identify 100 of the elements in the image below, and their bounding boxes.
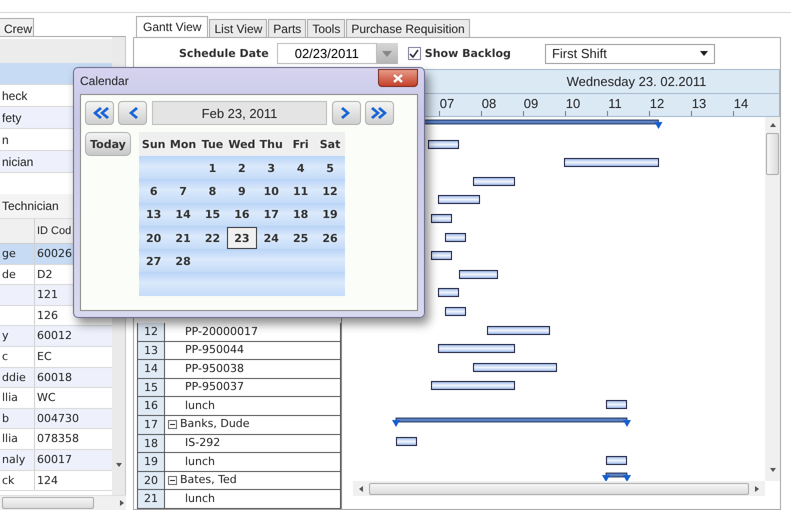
day-cell[interactable]: 2	[227, 156, 257, 179]
table-cell: c	[2, 350, 8, 363]
task-bar[interactable]	[396, 437, 418, 446]
day-cell[interactable]: 15	[198, 203, 228, 226]
tab[interactable]: Tools	[307, 19, 346, 37]
day-cell[interactable]: 14	[168, 203, 198, 226]
scroll-thumb[interactable]	[2, 497, 94, 509]
date-field[interactable]: 02/23/2011	[276, 43, 377, 64]
weekday-label: Thu	[258, 138, 284, 150]
task-name: lunch	[185, 398, 216, 414]
task-bar[interactable]	[430, 381, 515, 390]
day-cell[interactable]: 4	[286, 156, 316, 179]
tab[interactable]: List View	[209, 19, 268, 37]
tab[interactable]: Purchase Requisition	[346, 19, 470, 37]
day-cell[interactable]: 8	[198, 180, 228, 202]
task-name: PP-20000017	[185, 324, 258, 340]
table-cell: 004730	[37, 412, 79, 425]
table-row[interactable]: y 60012	[0, 326, 112, 347]
task-bar[interactable]	[487, 326, 550, 335]
day-cell[interactable]: 26	[315, 226, 345, 249]
collapse-icon[interactable]	[168, 420, 177, 430]
task-bar[interactable]	[564, 158, 659, 168]
day-cell[interactable]: 18	[286, 203, 316, 226]
scroll-down-icon[interactable]	[768, 466, 776, 474]
scroll-thumb[interactable]	[766, 133, 779, 175]
next-month-button[interactable]	[332, 101, 361, 125]
scroll-up-icon[interactable]	[768, 121, 776, 129]
today-button[interactable]: Today	[85, 132, 131, 156]
day-cell[interactable]: 27	[139, 250, 168, 272]
summary-bar[interactable]	[602, 472, 632, 481]
day-cell[interactable]: 11	[286, 180, 316, 202]
caret-icon	[700, 51, 708, 56]
scrollbar[interactable]	[0, 495, 126, 510]
previous-month-button[interactable]	[118, 101, 147, 125]
day-cell[interactable]: 3	[256, 156, 286, 179]
task-name: PP-950044	[185, 342, 244, 358]
table-row[interactable]: naly 60017	[0, 450, 112, 471]
task-bar[interactable]	[438, 195, 480, 204]
day-cell[interactable]: 22	[198, 226, 228, 249]
scroll-thumb[interactable]	[369, 482, 749, 494]
task-bar[interactable]	[438, 344, 515, 354]
table-row[interactable]: b 004730	[0, 408, 112, 430]
day-cell[interactable]: 5	[315, 156, 345, 179]
crew-tab[interactable]: Crew	[0, 18, 34, 36]
scroll-right-icon[interactable]	[118, 499, 126, 507]
next-year-button[interactable]	[365, 101, 394, 125]
task-bar[interactable]	[606, 400, 628, 409]
task-name: PP-950037	[185, 379, 244, 396]
day-cell[interactable]: 13	[139, 203, 168, 226]
group-name: Banks, Dude	[180, 416, 250, 432]
table-cell: llia	[2, 432, 18, 446]
previous-year-button[interactable]	[85, 101, 114, 125]
tab[interactable]: Gantt View	[136, 16, 208, 37]
collapse-icon[interactable]	[168, 476, 177, 486]
task-bar[interactable]	[430, 251, 452, 260]
close-icon	[392, 74, 404, 82]
day-cell[interactable]: 16	[227, 203, 257, 226]
task-bar[interactable]	[438, 288, 460, 298]
weekday-label: Tue	[200, 138, 224, 150]
task-name: PP-950038	[185, 360, 244, 377]
task-bar[interactable]	[445, 232, 466, 242]
table-row[interactable]: ddie 60018	[0, 368, 112, 388]
task-bar[interactable]	[472, 176, 515, 186]
table-cell: 078358	[37, 432, 79, 446]
scroll-left-icon[interactable]	[357, 484, 365, 492]
shift-dropdown[interactable]: First Shift	[544, 44, 715, 64]
day-cell[interactable]: 25	[286, 226, 316, 249]
tab[interactable]: Parts	[268, 19, 306, 37]
weekday-label: Sat	[318, 138, 342, 150]
task-bar[interactable]	[445, 307, 466, 316]
task-bar[interactable]	[606, 456, 628, 465]
scrollbar[interactable]	[353, 481, 765, 496]
table-cell: 60026	[37, 247, 72, 260]
task-bar[interactable]	[430, 214, 452, 223]
table-cell: llia	[2, 391, 18, 404]
task-bar[interactable]	[472, 362, 557, 372]
day-cell[interactable]: 20	[139, 226, 168, 249]
table-cell: y	[2, 329, 9, 342]
scrollbar[interactable]	[765, 117, 780, 481]
row-number: 21	[137, 490, 165, 508]
day-cell[interactable]: 19	[315, 203, 345, 226]
task-bar[interactable]	[459, 270, 498, 279]
day-cell[interactable]: 24	[256, 226, 286, 249]
scroll-down-icon[interactable]	[114, 461, 122, 469]
task-name: lunch	[185, 454, 216, 470]
day-cell[interactable]: 23	[227, 226, 257, 249]
day-cell[interactable]: 17	[256, 203, 286, 226]
close-button[interactable]	[378, 69, 418, 87]
day-cell[interactable]: 21	[168, 226, 198, 249]
checkbox[interactable]	[408, 47, 421, 60]
summary-bar[interactable]	[392, 416, 632, 429]
day-cell[interactable]: 6	[139, 180, 168, 202]
scroll-right-icon[interactable]	[753, 484, 761, 492]
day-cell[interactable]: 10	[256, 180, 286, 202]
task-bar[interactable]	[428, 140, 460, 149]
day-cell[interactable]: 9	[227, 180, 257, 202]
day-cell[interactable]: 28	[168, 250, 198, 272]
day-cell[interactable]: 7	[168, 180, 198, 202]
day-cell[interactable]: 1	[198, 156, 228, 179]
day-cell[interactable]: 12	[315, 180, 345, 202]
